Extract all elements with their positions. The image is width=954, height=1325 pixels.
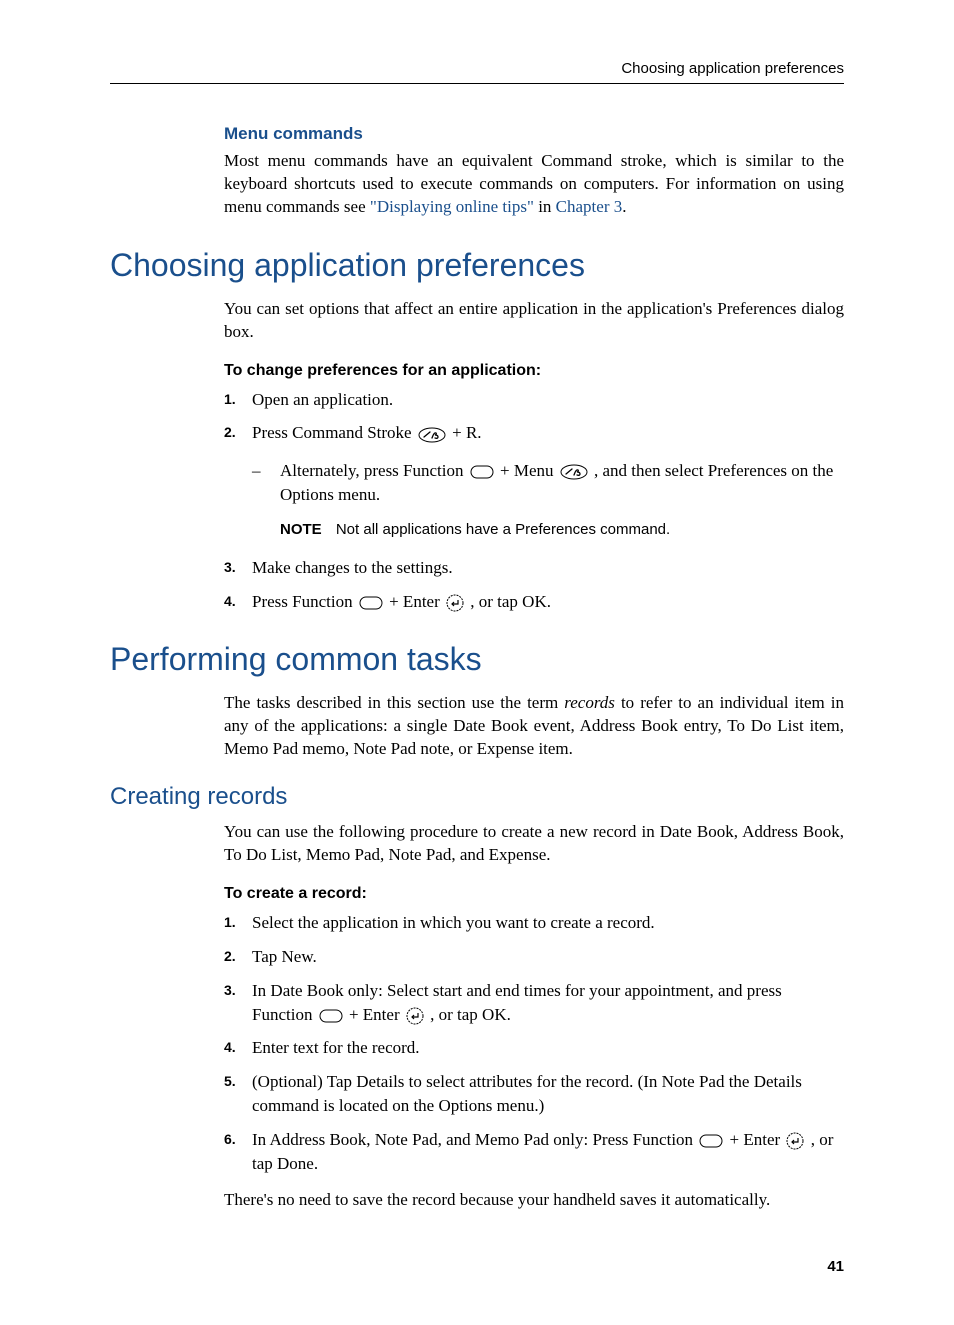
step-number: 2. <box>224 421 252 443</box>
heading-common-tasks: Performing common tasks <box>110 641 844 678</box>
function-key-icon <box>359 596 383 610</box>
step-text: (Optional) Tap Details to select attribu… <box>252 1070 844 1118</box>
step-text: In Date Book only: Select start and end … <box>252 979 844 1027</box>
text: in <box>534 197 556 216</box>
text: + Enter <box>730 1130 785 1149</box>
step-1: 1. Select the application in which you w… <box>224 911 844 935</box>
text: Press Function <box>252 592 357 611</box>
link-displaying-tips[interactable]: "Displaying online tips" <box>370 197 534 216</box>
para-closing: There's no need to save the record becau… <box>224 1189 844 1212</box>
para-prefs-intro: You can set options that affect an entir… <box>224 298 844 344</box>
text: The tasks described in this section use … <box>224 693 564 712</box>
step-5: 5. (Optional) Tap Details to select attr… <box>224 1070 844 1118</box>
step-number: 3. <box>224 556 252 578</box>
para-common-intro: The tasks described in this section use … <box>224 692 844 761</box>
step-2: 2. Press Command Stroke + R. <box>224 421 844 445</box>
dash: – <box>252 459 280 507</box>
section-creating-records: You can use the following procedure to c… <box>224 821 844 1212</box>
text: + Enter <box>389 592 444 611</box>
note-text: Not all applications have a Preferences … <box>336 521 670 538</box>
heading-menu-commands: Menu commands <box>224 124 844 144</box>
text: , or tap OK. <box>430 1005 511 1024</box>
step-number: 4. <box>224 590 252 612</box>
menu-key-icon <box>560 464 588 480</box>
step-text: Select the application in which you want… <box>252 911 844 935</box>
procedure-title-change-prefs: To change preferences for an application… <box>224 362 844 380</box>
function-key-icon <box>470 465 494 479</box>
step-number: 1. <box>224 388 252 410</box>
stroke-key-icon <box>418 427 446 443</box>
step-number: 3. <box>224 979 252 1001</box>
text: , or tap OK. <box>470 592 551 611</box>
step-6: 6. In Address Book, Note Pad, and Memo P… <box>224 1128 844 1176</box>
term-records: records <box>564 693 615 712</box>
running-header: Choosing application preferences <box>110 60 844 84</box>
step-4: 4. Press Function + Enter , or tap OK. <box>224 590 844 614</box>
substep: – Alternately, press Function + Menu , a… <box>252 459 844 507</box>
heading-creating-records: Creating records <box>110 783 844 811</box>
step-text: Make changes to the settings. <box>252 556 844 580</box>
procedure-title-create-record: To create a record: <box>224 885 844 903</box>
steps-change-prefs-cont: 3. Make changes to the settings. 4. Pres… <box>224 556 844 614</box>
step-text: Press Command Stroke + R. <box>252 421 844 445</box>
step-text: In Address Book, Note Pad, and Memo Pad … <box>252 1128 844 1176</box>
text: + R. <box>452 423 481 442</box>
step-number: 4. <box>224 1036 252 1058</box>
page-number: 41 <box>110 1258 844 1275</box>
para-menu-commands: Most menu commands have an equivalent Co… <box>224 150 844 219</box>
link-chapter-3[interactable]: Chapter 3 <box>556 197 623 216</box>
step-3: 3. Make changes to the settings. <box>224 556 844 580</box>
section-menu-commands: Menu commands Most menu commands have an… <box>224 124 844 219</box>
step-number: 1. <box>224 911 252 933</box>
text: Press Command Stroke <box>252 423 416 442</box>
document-page: Choosing application preferences Menu co… <box>0 0 954 1325</box>
enter-key-icon <box>406 1007 424 1025</box>
section-common-tasks: The tasks described in this section use … <box>224 692 844 761</box>
text: In Address Book, Note Pad, and Memo Pad … <box>252 1130 697 1149</box>
steps-create-record: 1. Select the application in which you w… <box>224 911 844 1175</box>
text: + Menu <box>500 461 558 480</box>
step-2: 2. Tap New. <box>224 945 844 969</box>
step-number: 5. <box>224 1070 252 1092</box>
text: Alternately, press Function <box>280 461 468 480</box>
text: . <box>622 197 626 216</box>
step-text: Press Function + Enter , or tap OK. <box>252 590 844 614</box>
step-text: Enter text for the record. <box>252 1036 844 1060</box>
function-key-icon <box>699 1134 723 1148</box>
step-number: 6. <box>224 1128 252 1150</box>
step-1: 1. Open an application. <box>224 388 844 412</box>
text: + Enter <box>349 1005 404 1024</box>
enter-key-icon <box>446 594 464 612</box>
step-4: 4. Enter text for the record. <box>224 1036 844 1060</box>
step-3: 3. In Date Book only: Select start and e… <box>224 979 844 1027</box>
note-label: NOTE <box>280 521 322 538</box>
step-text: Tap New. <box>252 945 844 969</box>
step-number: 2. <box>224 945 252 967</box>
steps-change-prefs: 1. Open an application. 2. Press Command… <box>224 388 844 446</box>
step-text: Open an application. <box>252 388 844 412</box>
function-key-icon <box>319 1009 343 1023</box>
heading-choosing-prefs: Choosing application preferences <box>110 247 844 284</box>
note: NOTE Not all applications have a Prefere… <box>280 521 844 538</box>
section-choosing-prefs: You can set options that affect an entir… <box>224 298 844 614</box>
substep-text: Alternately, press Function + Menu , and… <box>280 459 844 507</box>
enter-key-icon <box>786 1132 804 1150</box>
para-creating-intro: You can use the following procedure to c… <box>224 821 844 867</box>
